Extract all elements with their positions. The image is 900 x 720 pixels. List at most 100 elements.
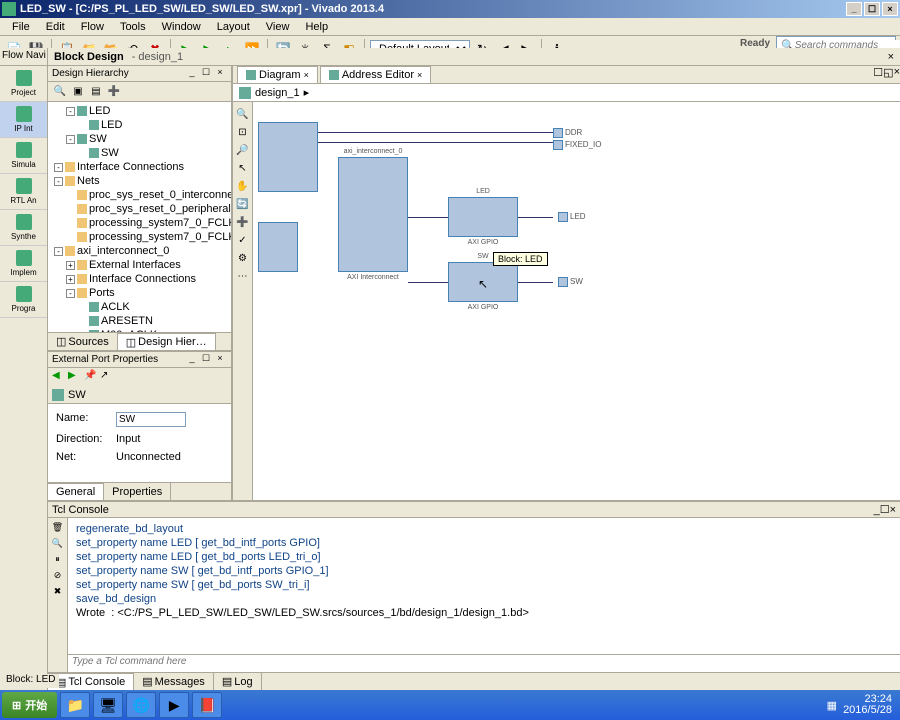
tree-item[interactable]: LED	[50, 118, 229, 132]
tcl-find-icon[interactable]: 🔍	[51, 536, 65, 550]
tcl-output[interactable]: regenerate_bd_layoutset_property name LE…	[68, 518, 900, 654]
tree-item[interactable]: +External Interfaces	[50, 258, 229, 272]
hier-find-icon[interactable]: 🔍	[52, 84, 68, 100]
hierarchy-tree[interactable]: -LEDLED-SWSW-Interface Connections-Netsp…	[48, 102, 231, 332]
diagram-canvas[interactable]: axi_interconnect_0AXI Interconnect LEDAXI…	[253, 102, 900, 500]
ext-port-ddr[interactable]: DDR	[553, 128, 582, 138]
hierarchy-max-icon[interactable]: ☐	[199, 67, 213, 81]
menu-edit[interactable]: Edit	[38, 19, 73, 35]
tree-item[interactable]: -SW	[50, 132, 229, 146]
flow-nav-item-progra[interactable]: Progra	[0, 282, 47, 318]
flow-nav-item-rtl an[interactable]: RTL An	[0, 174, 47, 210]
minimize-button[interactable]: _	[846, 2, 862, 16]
prop-name-input[interactable]	[116, 412, 186, 427]
ext-port-fixed_io[interactable]: FIXED_IO	[553, 140, 601, 150]
tab-sources[interactable]: ◫Sources	[48, 333, 118, 350]
tab-general[interactable]: General	[48, 483, 104, 500]
ext-port-led[interactable]: LED	[558, 212, 586, 222]
tcl-cancel-icon[interactable]: ✖	[51, 584, 65, 598]
tree-item[interactable]: -Interface Connections	[50, 160, 229, 174]
tab-diagram[interactable]: Diagram ×	[237, 66, 318, 83]
tree-item[interactable]: processing_system7_0_FCLK_RESE	[50, 230, 229, 244]
block-design-close[interactable]: ×	[888, 51, 894, 63]
props-fwd-icon[interactable]: ▶	[68, 370, 82, 384]
flow-nav-item-simula[interactable]: Simula	[0, 138, 47, 174]
pal-regen-icon[interactable]: 🔄	[235, 196, 251, 212]
hier-collapse-icon[interactable]: ▣	[70, 84, 86, 100]
props-min-icon[interactable]: _	[185, 353, 199, 367]
pal-opt-icon[interactable]: ⚙	[235, 250, 251, 266]
diagram-close-icon[interactable]: ×	[894, 66, 900, 83]
hier-add-icon[interactable]: ➕	[106, 84, 122, 100]
ext-port-sw[interactable]: SW	[558, 277, 583, 287]
bd-block-led_gpio[interactable]: LEDAXI GPIO	[448, 197, 518, 237]
props-close-icon[interactable]: ×	[213, 353, 227, 367]
bd-block-axi_interconnect[interactable]: axi_interconnect_0AXI Interconnect	[338, 157, 408, 272]
props-pin-icon[interactable]: 📌	[84, 370, 98, 384]
flow-nav-item-project[interactable]: Project	[0, 66, 47, 102]
tcl-clear-icon[interactable]: 🗑	[51, 520, 65, 534]
start-button[interactable]: ⊞开始	[2, 692, 57, 718]
task-vivado[interactable]: ▶	[159, 692, 189, 718]
pal-fit-icon[interactable]: ⊡	[235, 124, 251, 140]
hierarchy-close-icon[interactable]: ×	[213, 67, 227, 81]
tcl-max-icon[interactable]: ☐	[880, 503, 890, 516]
bd-block-ps7[interactable]	[258, 122, 318, 192]
menu-help[interactable]: Help	[297, 19, 336, 35]
tree-item[interactable]: proc_sys_reset_0_interconnect_	[50, 188, 229, 202]
diagram-tab-close[interactable]: ×	[304, 70, 309, 80]
tcl-close-icon[interactable]: ×	[890, 504, 896, 516]
address-tab-close[interactable]: ×	[417, 70, 422, 80]
pal-pan-icon[interactable]: ✋	[235, 178, 251, 194]
flow-nav-item-ip int[interactable]: IP Int	[0, 102, 47, 138]
system-tray[interactable]: ▦ 23:24 2016/5/28	[827, 694, 898, 716]
diagram-float-icon[interactable]: ◱	[883, 66, 893, 83]
pal-valid-icon[interactable]: ✓	[235, 232, 251, 248]
pal-select-icon[interactable]: ↖	[235, 160, 251, 176]
hierarchy-min-icon[interactable]: _	[185, 67, 199, 81]
tcl-pause-icon[interactable]: ⏸	[51, 552, 65, 566]
props-sel-icon[interactable]: ↗	[100, 370, 114, 384]
tab-properties[interactable]: Properties	[104, 483, 171, 500]
props-back-icon[interactable]: ◀	[52, 370, 66, 384]
pal-zoom-icon[interactable]: 🔍	[235, 106, 251, 122]
tab-address-editor[interactable]: Address Editor ×	[320, 66, 431, 83]
menu-layout[interactable]: Layout	[209, 19, 258, 35]
tree-item[interactable]: -axi_interconnect_0	[50, 244, 229, 258]
tab-log[interactable]: ▤ Log	[214, 673, 262, 690]
tcl-stop-icon[interactable]: ⊘	[51, 568, 65, 582]
close-button[interactable]: ×	[882, 2, 898, 16]
tab-design-hier[interactable]: ◫Design Hier…	[118, 333, 216, 350]
diagram-max-icon[interactable]: ☐	[873, 66, 883, 83]
bd-block-proc_reset[interactable]	[258, 222, 298, 272]
breadcrumb[interactable]: design_1	[255, 87, 300, 99]
pal-magnify-icon[interactable]: 🔎	[235, 142, 251, 158]
menu-flow[interactable]: Flow	[73, 19, 112, 35]
tray-lang-icon[interactable]: ▦	[827, 699, 837, 712]
tree-item[interactable]: -LED	[50, 104, 229, 118]
tab-tcl-console[interactable]: ▤ Tcl Console	[48, 673, 134, 690]
hier-expand-icon[interactable]: ▤	[88, 84, 104, 100]
tree-item[interactable]: -Nets	[50, 174, 229, 188]
task-desktop[interactable]: 🖥	[93, 692, 123, 718]
props-max-icon[interactable]: ☐	[199, 353, 213, 367]
task-explorer[interactable]: 📁	[60, 692, 90, 718]
menu-tools[interactable]: Tools	[112, 19, 154, 35]
menu-file[interactable]: File	[4, 19, 38, 35]
maximize-button[interactable]: ☐	[864, 2, 880, 16]
pal-add-icon[interactable]: ➕	[235, 214, 251, 230]
flow-nav-item-implem[interactable]: Implem	[0, 246, 47, 282]
tab-messages[interactable]: ▤ Messages	[134, 673, 214, 690]
pal-more-icon[interactable]: ⋯	[235, 268, 251, 284]
tree-item[interactable]: proc_sys_reset_0_peripheral_ar	[50, 202, 229, 216]
tree-item[interactable]: SW	[50, 146, 229, 160]
menu-window[interactable]: Window	[154, 19, 209, 35]
menu-view[interactable]: View	[258, 19, 298, 35]
tree-item[interactable]: ACLK	[50, 300, 229, 314]
tree-item[interactable]: ARESETN	[50, 314, 229, 328]
task-chrome[interactable]: 🌐	[126, 692, 156, 718]
tree-item[interactable]: processing_system7_0_FCLK_CLK0	[50, 216, 229, 230]
tcl-input[interactable]	[72, 656, 896, 667]
task-pdf[interactable]: 📕	[192, 692, 222, 718]
tree-item[interactable]: +Interface Connections	[50, 272, 229, 286]
